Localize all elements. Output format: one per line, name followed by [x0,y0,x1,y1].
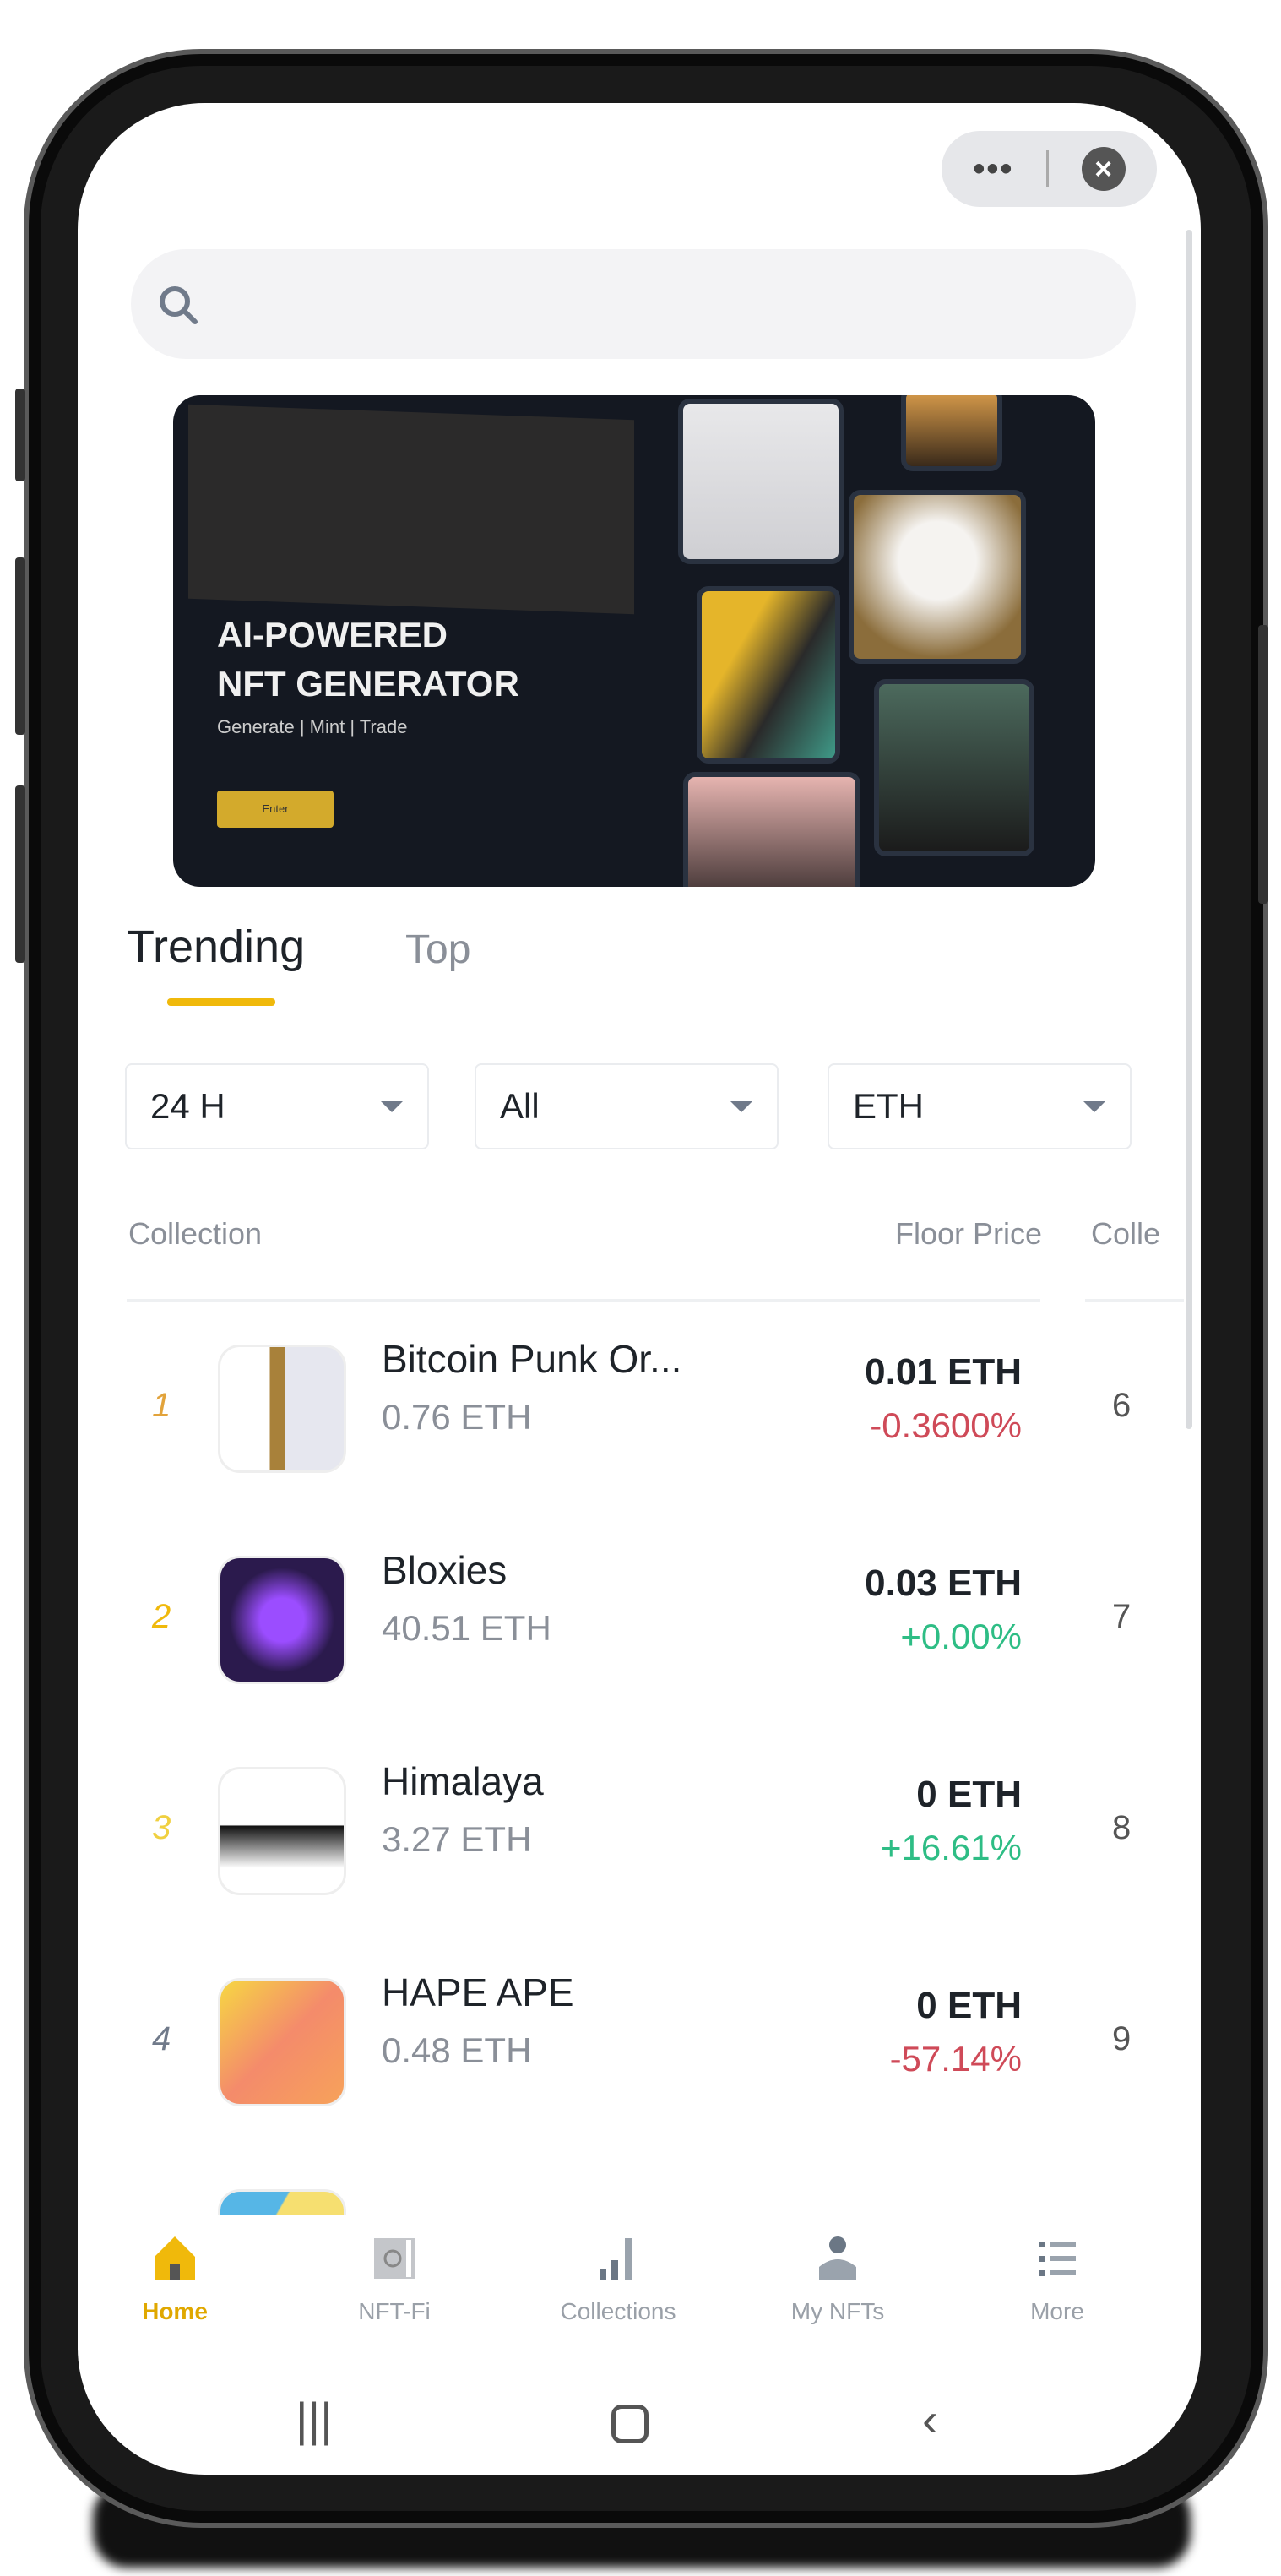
header-floor-price[interactable]: Floor Price [895,1216,1042,1252]
caret-down-icon [380,1101,404,1112]
dropdown-value: All [500,1086,540,1126]
currency-filter-dropdown[interactable]: ETH [828,1063,1132,1149]
more-icon[interactable]: ••• [973,150,1013,188]
floor-price: 0 ETH [916,1985,1022,2026]
scrollbar[interactable] [1186,230,1192,1429]
volume-button [15,389,25,481]
caret-down-icon [1083,1101,1106,1112]
user-icon [811,2236,865,2289]
search-icon [160,286,198,324]
nft-image-figure [901,395,1002,471]
collectors-count: 9 [1112,2020,1132,2057]
mini-program-capsule: ••• × [942,131,1157,207]
power-button [1258,625,1268,904]
dropdown-value: 24 H [150,1086,225,1126]
nft-image-woman [678,399,844,564]
bottom-nav: Home NFT-Fi Collections My NFTs More [78,2215,1201,2350]
redacted-area [188,404,634,615]
table-row[interactable]: 3 Himalaya 3.27 ETH 0 ETH +16.61% 8 [78,1725,1201,1936]
nav-label: NFT-Fi [358,2298,431,2324]
nav-label: My NFTs [790,2298,885,2324]
price-change: +16.61% [881,1828,1022,1867]
banner-subtitle: Generate | Mint | Trade [217,716,408,737]
table-row[interactable]: 2 Bloxies 40.51 ETH 0.03 ETH +0.00% 7 [78,1514,1201,1725]
rank: 1 [152,1387,171,1424]
collection-avatar [218,1556,346,1684]
volume-button [15,557,25,735]
caret-down-icon [730,1101,753,1112]
divider [1085,1299,1184,1302]
table-row[interactable]: 1 Bitcoin Punk Or... 0.76 ETH 0.01 ETH -… [78,1302,1201,1514]
list-icon [1030,2242,1084,2289]
search-input[interactable] [131,249,1136,359]
home-icon [148,2236,202,2289]
nft-image-man [697,586,840,764]
category-filter-dropdown[interactable]: All [475,1063,779,1149]
header-collectors[interactable]: Colle [1091,1216,1184,1252]
price-change: -57.14% [889,2039,1022,2079]
nav-more[interactable]: More [973,2231,1142,2325]
banner-title: AI-POWERED NFT GENERATOR [217,615,519,704]
collection-avatar [218,1767,346,1895]
tab-trending[interactable]: Trending [127,921,305,973]
home-system-button[interactable] [611,2405,649,2443]
dropdown-value: ETH [853,1086,924,1126]
enter-button[interactable]: Enter [217,791,334,828]
back-button[interactable]: ‹ [922,2392,938,2447]
collection-volume: 0.76 ETH [382,1397,532,1437]
collection-volume: 40.51 ETH [382,1608,551,1648]
close-icon[interactable]: × [1081,147,1126,191]
collectors-count: 7 [1112,1598,1132,1635]
nav-label: Home [142,2298,208,2324]
nft-image-cat [849,490,1026,664]
collectors-count: 8 [1112,1809,1132,1846]
nav-nft-fi[interactable]: NFT-Fi [310,2231,479,2325]
nft-image-woman-pink [683,772,860,887]
collection-volume: 3.27 ETH [382,1819,532,1859]
collection-avatar [218,1978,346,2106]
nav-label: More [1030,2298,1084,2324]
rank: 3 [152,1809,171,1846]
nav-my-nfts[interactable]: My NFTs [753,2231,922,2325]
promo-banner[interactable]: AI-POWERED NFT GENERATOR Generate | Mint … [173,395,1095,887]
divider [127,1299,1040,1302]
side-button [15,785,25,963]
bar-chart-icon [591,2238,645,2289]
rank: 4 [152,2020,171,2057]
nft-image-woman-dark [874,679,1034,856]
nav-home[interactable]: Home [90,2231,259,2325]
table-row[interactable]: 4 HAPE APE 0.48 ETH 0 ETH -57.14% 9 [78,1936,1201,2147]
floor-price: 0 ETH [916,1774,1022,1815]
floor-price: 0.01 ETH [865,1351,1022,1393]
rank: 2 [152,1598,171,1635]
floor-price: 0.03 ETH [865,1562,1022,1604]
tab-top[interactable]: Top [405,927,470,973]
nftfi-icon [367,2238,421,2289]
time-filter-dropdown[interactable]: 24 H [125,1063,429,1149]
active-tab-indicator [167,998,275,1006]
price-change: +0.00% [900,1617,1022,1656]
price-change: -0.3600% [870,1405,1022,1445]
nav-label: Collections [560,2298,676,2324]
collection-avatar [218,1345,346,1473]
collection-name[interactable]: Himalaya [382,1758,544,1804]
collection-name[interactable]: Bloxies [382,1547,507,1593]
divider [1046,150,1049,187]
recent-apps-button[interactable]: ||| [296,2392,333,2447]
collectors-count: 6 [1112,1387,1132,1424]
nav-collections[interactable]: Collections [534,2231,703,2325]
collection-name[interactable]: HAPE APE [382,1970,574,2015]
collection-name[interactable]: Bitcoin Punk Or... [382,1336,681,1382]
collection-volume: 0.48 ETH [382,2030,532,2070]
app-screen: ••• × AI-POWERED NFT GENERATOR Generate |… [78,103,1201,2475]
header-collection[interactable]: Collection [128,1216,262,1252]
